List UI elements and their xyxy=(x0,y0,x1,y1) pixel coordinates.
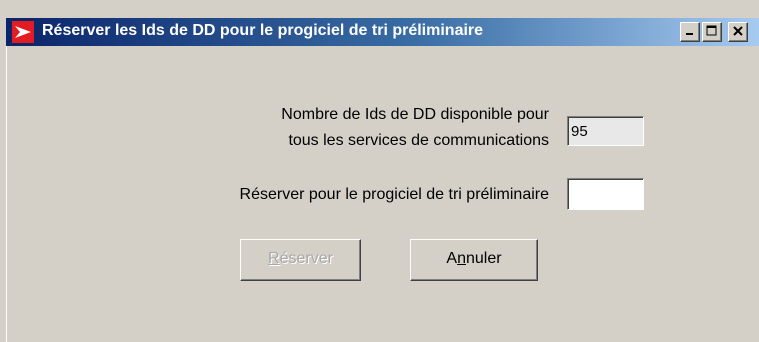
maximize-button[interactable] xyxy=(702,22,722,42)
title-bar[interactable]: Réserver les Ids de DD pour le progiciel… xyxy=(6,18,759,46)
reserve-button[interactable]: Réserver xyxy=(240,239,361,281)
available-ids-label-line2: tous les services de communications xyxy=(288,132,549,149)
maximize-icon xyxy=(706,25,717,36)
cancel-button[interactable]: Annuler xyxy=(410,239,538,281)
reserve-label: Réserver pour le progiciel de tri prélim… xyxy=(239,186,549,203)
window-title: Réserver les Ids de DD pour le progiciel… xyxy=(42,22,484,39)
minimize-button[interactable] xyxy=(680,22,700,42)
reserve-count-field[interactable] xyxy=(567,178,644,210)
reserve-button-mnemonic: R xyxy=(268,250,280,267)
reserve-button-label: éserver xyxy=(279,250,333,267)
close-button[interactable] xyxy=(728,22,748,42)
canada-post-logo-icon xyxy=(12,21,34,43)
cancel-button-mnemonic: n xyxy=(457,250,466,267)
available-ids-field[interactable] xyxy=(567,116,644,146)
cancel-button-label: nuler xyxy=(466,250,502,267)
available-ids-label: Nombre de Ids de DD disponible pour tous… xyxy=(127,102,549,154)
dialog-body: Nombre de Ids de DD disponible pour tous… xyxy=(6,46,759,342)
minimize-icon xyxy=(686,33,693,35)
cancel-button-label-start: A xyxy=(446,250,458,267)
available-ids-label-line1: Nombre de Ids de DD disponible pour xyxy=(281,106,549,123)
close-icon xyxy=(733,26,743,36)
dialog-window: Réserver les Ids de DD pour le progiciel… xyxy=(0,0,759,342)
